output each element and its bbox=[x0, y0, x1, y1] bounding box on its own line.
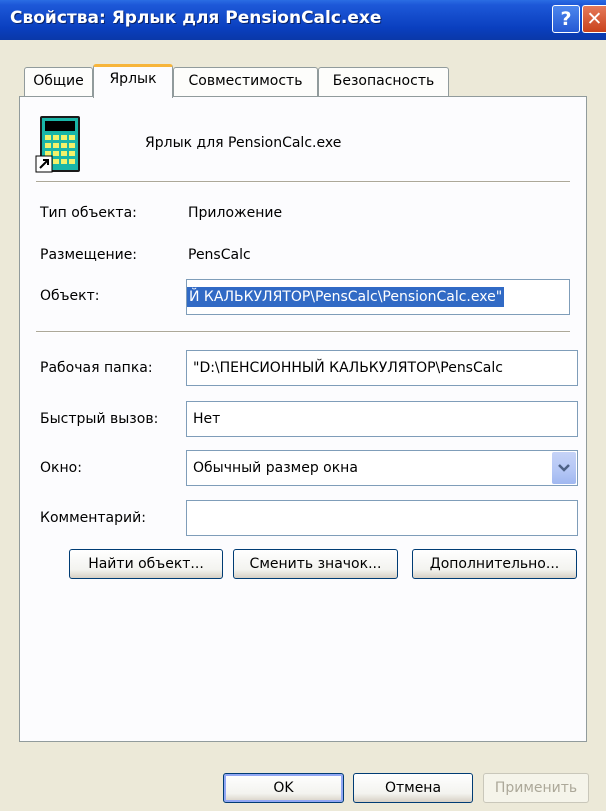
calculator-shortcut-icon bbox=[34, 114, 86, 176]
change-icon-button[interactable]: Сменить значок... bbox=[233, 549, 398, 579]
cancel-button[interactable]: Отмена bbox=[353, 773, 473, 803]
run-dropdown[interactable]: Обычный размер окна bbox=[186, 450, 578, 486]
separator bbox=[36, 331, 570, 333]
comment-label: Комментарий: bbox=[40, 510, 146, 526]
start-in-label: Рабочая папка: bbox=[40, 360, 153, 376]
location-value: PensCalc bbox=[188, 247, 251, 263]
comment-field[interactable] bbox=[186, 500, 578, 536]
advanced-button[interactable]: Дополнительно... bbox=[412, 549, 577, 579]
chevron-down-icon[interactable] bbox=[552, 452, 576, 484]
type-label: Тип объекта: bbox=[40, 205, 137, 221]
location-label: Размещение: bbox=[40, 247, 138, 263]
apply-button[interactable]: Применить bbox=[483, 773, 589, 803]
target-field[interactable]: Й КАЛЬКУЛЯТОР\PensCalc\PensionCalc.exe" bbox=[186, 279, 570, 315]
shortcut-name: Ярлык для PensionCalc.exe bbox=[145, 135, 342, 151]
hotkey-field[interactable]: Нет bbox=[186, 401, 578, 437]
run-label: Окно: bbox=[40, 460, 82, 476]
find-target-button[interactable]: Найти объект... bbox=[69, 549, 223, 579]
ok-button[interactable]: OK bbox=[223, 773, 344, 803]
target-label: Объект: bbox=[40, 288, 100, 304]
run-value: Обычный размер окна bbox=[193, 460, 358, 476]
hotkey-label: Быстрый вызов: bbox=[40, 411, 159, 427]
separator bbox=[36, 181, 570, 183]
start-in-field[interactable]: "D:\ПЕНСИОННЫЙ КАЛЬКУЛЯТОР\PensCalc bbox=[186, 350, 578, 386]
target-value: Й КАЛЬКУЛЯТОР\PensCalc\PensionCalc.exe" bbox=[187, 287, 505, 307]
type-value: Приложение bbox=[188, 205, 283, 221]
